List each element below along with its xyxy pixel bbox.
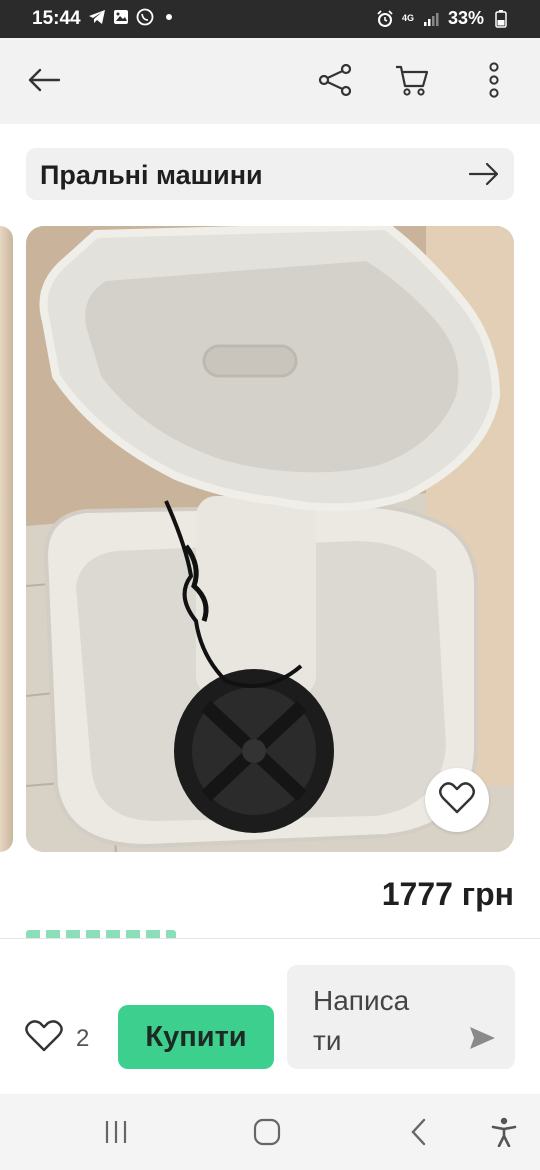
message-button[interactable]: Написа ти	[287, 965, 515, 1069]
likes-count: 2	[76, 1024, 90, 1052]
more-vertical-icon[interactable]	[474, 60, 514, 100]
system-nav-bar	[0, 1094, 540, 1170]
message-label-line-2: ти	[313, 1025, 342, 1056]
status-bar: 15:44 4G 33%	[0, 0, 540, 38]
alarm-icon	[376, 9, 394, 28]
home-icon[interactable]	[249, 1116, 285, 1148]
accessibility-icon[interactable]	[486, 1116, 522, 1148]
message-label: Написа ти	[313, 981, 453, 1061]
message-label-line-1: Написа	[313, 985, 410, 1016]
favorite-button[interactable]	[425, 768, 489, 832]
listing-price: 1777 грн	[381, 876, 514, 912]
app-bar	[0, 38, 540, 124]
back-icon[interactable]	[401, 1116, 437, 1148]
recent-apps-icon[interactable]	[98, 1116, 134, 1148]
back-arrow-icon[interactable]	[24, 60, 64, 100]
battery-icon	[492, 9, 510, 28]
heart-outline-icon	[24, 1019, 64, 1058]
gallery-icon	[112, 8, 130, 26]
category-label: Пральні машини	[40, 160, 263, 190]
likes[interactable]: 2	[24, 1019, 89, 1058]
heart-icon	[438, 781, 476, 820]
buy-button[interactable]: Купити	[118, 1005, 274, 1069]
dot-icon	[160, 8, 178, 26]
status-time: 15:44	[32, 8, 81, 29]
arrow-right-icon	[468, 160, 500, 188]
product-photo[interactable]	[26, 226, 514, 852]
network-type: 4G	[401, 13, 414, 23]
telegram-icon	[88, 8, 106, 26]
system-icons: 4G 33%	[376, 8, 510, 29]
signal-icon	[422, 10, 440, 28]
share-icon[interactable]	[315, 60, 355, 100]
washing-machine-image	[26, 226, 514, 852]
cart-icon[interactable]	[392, 60, 432, 100]
previous-photo-peek[interactable]	[0, 226, 13, 852]
seller-link-peek[interactable]	[26, 928, 176, 938]
notification-icons	[88, 8, 178, 26]
send-icon	[467, 1023, 497, 1053]
battery-percent: 33%	[447, 8, 484, 28]
action-bar: 2 Купити Написа ти	[0, 938, 540, 1094]
viber-icon	[136, 8, 154, 26]
category-link[interactable]: Пральні машини	[26, 148, 514, 200]
